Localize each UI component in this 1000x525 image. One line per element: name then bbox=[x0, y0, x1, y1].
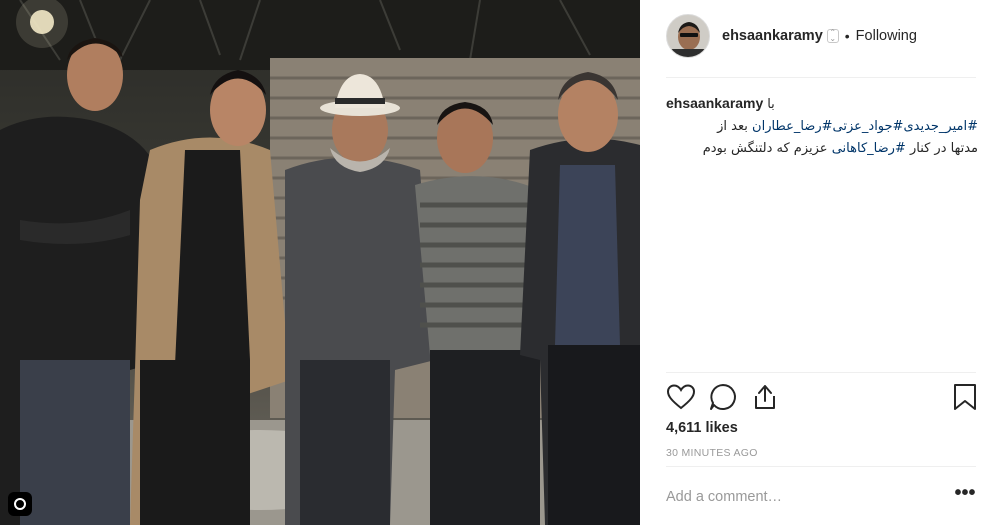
heart-icon[interactable] bbox=[666, 382, 696, 412]
caption-hashtags[interactable]: #امیر_جدیدی#جواد_عزتی#رضا_عطاران bbox=[752, 119, 978, 134]
post-caption: ehsaankaramy با #امیر_جدیدی#جواد_عزتی#رض… bbox=[666, 92, 978, 160]
caption-hashtag-kahani[interactable]: #رضا_کاهانی bbox=[832, 141, 906, 156]
actions-divider bbox=[666, 372, 976, 373]
caption-username[interactable]: ehsaankaramy bbox=[666, 95, 763, 111]
instagram-glyph-icon bbox=[8, 492, 32, 516]
caption-first-line: ehsaankaramy با bbox=[666, 92, 978, 116]
caption-lead-word: با bbox=[767, 97, 775, 112]
account-chevron-icon: ⌃ ⌄ bbox=[826, 29, 839, 43]
header-divider bbox=[666, 77, 976, 78]
avatar[interactable] bbox=[666, 14, 710, 58]
post-photo[interactable] bbox=[0, 0, 640, 525]
caption-line-1-tail: بعد از bbox=[717, 119, 748, 134]
comment-input[interactable] bbox=[666, 482, 926, 512]
separator-dot: • bbox=[844, 28, 850, 44]
caption-line-2: مدتها در کنار #رضا_کاهانی عزیزم که دلتنگ… bbox=[666, 138, 978, 160]
caption-line-1: #امیر_جدیدی#جواد_عزتی#رضا_عطاران بعد از bbox=[666, 116, 978, 138]
username[interactable]: ehsaankaramy bbox=[722, 28, 823, 44]
following-button[interactable]: Following bbox=[856, 28, 917, 44]
action-bar bbox=[666, 382, 978, 414]
comment-divider bbox=[666, 466, 976, 467]
post-timestamp[interactable]: 30 MINUTES AGO bbox=[666, 447, 758, 459]
avatar-image bbox=[667, 15, 709, 57]
post-header: ehsaankaramy ⌃ ⌄ • Following bbox=[666, 14, 976, 58]
post-sidebar: ehsaankaramy ⌃ ⌄ • Following ehsaankaramy… bbox=[640, 0, 1000, 525]
share-icon[interactable] bbox=[750, 382, 780, 412]
comment-bubble-icon[interactable] bbox=[708, 382, 738, 412]
more-options-icon[interactable]: ••• bbox=[952, 483, 978, 508]
caption-line-2-tail: عزیزم که دلتنگش بودم bbox=[702, 141, 828, 156]
caption-line-2-head: مدتها در کنار bbox=[909, 141, 978, 156]
likes-count[interactable]: 4,611 likes bbox=[666, 420, 738, 436]
photo-illustration bbox=[0, 0, 640, 525]
bookmark-icon[interactable] bbox=[950, 382, 980, 412]
